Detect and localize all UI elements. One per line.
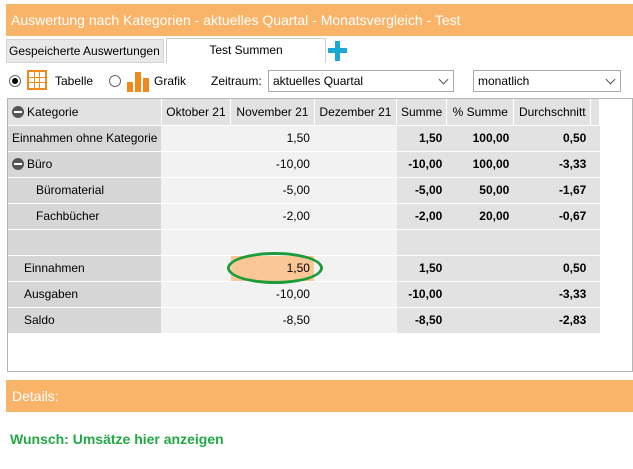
table-header-row: Kategorie Oktober 21 November 21 Dezembe… <box>8 99 601 126</box>
window-title: Auswertung nach Kategorien - aktuelles Q… <box>6 4 633 36</box>
row-category: Einnahmen <box>8 255 162 282</box>
bar-chart-icon <box>127 70 151 92</box>
chevron-down-icon <box>605 74 616 85</box>
tab-bar: Gespeicherte Auswertungen Test Summen <box>6 38 633 64</box>
row-category: Büromaterial <box>8 177 162 204</box>
table-row[interactable]: Einnahmen 1,50 1,50 0,50 <box>8 251 600 284</box>
table-row[interactable]: Einnahmen ohne Kategorie 1,50 1,50 100,0… <box>8 125 600 152</box>
header-november[interactable]: November 21 <box>230 99 315 126</box>
header-category[interactable]: Kategorie <box>8 99 162 126</box>
minus-circle-icon[interactable] <box>12 158 24 170</box>
details-panel-header[interactable]: Details: <box>6 380 633 412</box>
table-icon <box>27 70 47 90</box>
period-label: Zeitraum: <box>211 74 262 88</box>
table-row[interactable]: Büromaterial -5,00 -5,00 50,00 -1,67 <box>8 177 600 204</box>
interval-value: monatlich <box>478 74 530 88</box>
header-oktober[interactable]: Oktober 21 <box>161 99 231 126</box>
table-row[interactable]: Saldo -8,50 -8,50 -2,83 <box>8 307 600 334</box>
minus-circle-icon[interactable] <box>12 105 24 118</box>
header-durchschnitt[interactable]: Durchschnitt <box>513 99 592 126</box>
chevron-down-icon <box>438 74 449 85</box>
table-row[interactable]: Ausgaben -10,00 -10,00 -3,33 <box>8 281 600 308</box>
header-dezember[interactable]: Dezember 21 <box>314 99 397 126</box>
row-category: Ausgaben <box>8 281 162 308</box>
report-table: Kategorie Oktober 21 November 21 Dezembe… <box>7 98 633 372</box>
header-summe[interactable]: Summe <box>396 99 448 126</box>
highlighted-cell[interactable]: 1,50 <box>226 251 323 284</box>
tab-test-summen[interactable]: Test Summen <box>166 38 326 63</box>
row-category: Fachbücher <box>8 203 162 230</box>
row-category: Einnahmen ohne Kategorie <box>8 125 162 152</box>
annotation-text: Wunsch: Umsätze hier anzeigen <box>10 431 224 447</box>
add-report-button[interactable] <box>326 39 350 63</box>
view-table-label[interactable]: Tabelle <box>55 68 93 94</box>
period-select[interactable]: aktuelles Quartal <box>268 70 454 92</box>
table-row[interactable]: Büro -10,00 -10,00 100,00 -3,33 <box>8 151 600 178</box>
period-value: aktuelles Quartal <box>273 74 364 88</box>
toolbar: Tabelle Grafik Zeitraum: aktuelles Quart… <box>6 68 633 94</box>
view-table-radio[interactable] <box>9 75 21 87</box>
view-chart-label[interactable]: Grafik <box>154 68 186 94</box>
row-category: Saldo <box>8 307 162 334</box>
table-row[interactable]: Fachbücher -2,00 -2,00 20,00 -0,67 <box>8 203 600 230</box>
interval-select[interactable]: monatlich <box>473 70 621 92</box>
header-pct-summe[interactable]: % Summe <box>446 99 515 126</box>
view-chart-radio[interactable] <box>109 75 121 87</box>
table-row-empty <box>8 229 600 256</box>
annotation-ellipse <box>226 251 323 284</box>
tab-saved-reports[interactable]: Gespeicherte Auswertungen <box>6 39 164 63</box>
row-category[interactable]: Büro <box>8 151 162 178</box>
